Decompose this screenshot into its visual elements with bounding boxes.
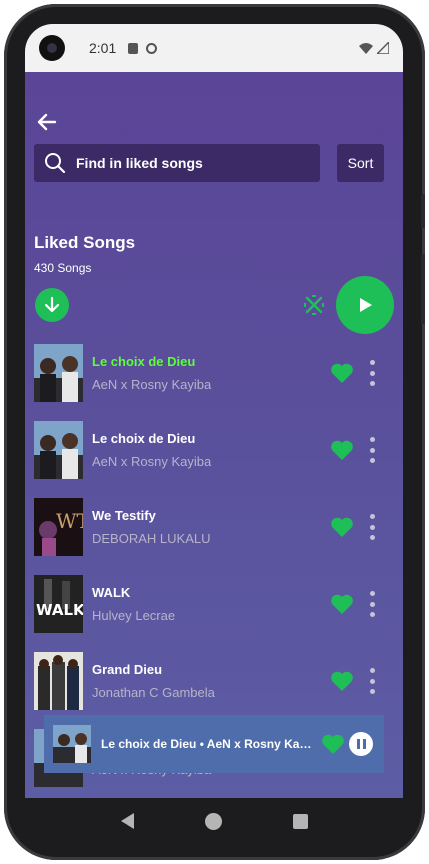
song-artist: DEBORAH LUKALU [92, 531, 211, 546]
nav-recents-icon[interactable] [292, 813, 308, 829]
search-icon [45, 153, 66, 174]
song-row[interactable]: WT We Testify DEBORAH LUKALU [34, 498, 386, 558]
sync-icon [146, 42, 158, 54]
song-title: We Testify [92, 508, 156, 523]
more-vertical-icon[interactable] [368, 514, 376, 540]
sort-button[interactable]: Sort [337, 144, 384, 182]
svg-text:WT: WT [56, 509, 83, 533]
song-artist: AeN x Rosny Kayiba [92, 377, 212, 392]
back-arrow-icon[interactable] [35, 110, 59, 134]
play-all-button[interactable] [336, 276, 394, 334]
song-title: Le choix de Dieu [92, 431, 196, 446]
now-playing-text: Le choix de Dieu • AeN x Rosny Kayiba [101, 737, 315, 751]
song-row[interactable]: Grand Dieu Jonathan C Gambela [34, 652, 386, 712]
search-input[interactable]: Find in liked songs [34, 144, 320, 182]
svg-text:WALK: WALK [36, 601, 83, 619]
sd-card-icon [128, 42, 139, 54]
song-row[interactable]: Le choix de Dieu AeN x Rosny Kayiba [34, 344, 386, 404]
heart-icon[interactable] [330, 439, 354, 461]
song-artist: Jonathan C Gambela [92, 685, 215, 700]
system-nav-bar [25, 798, 403, 844]
song-row[interactable]: WALK WALK Hulvey Lecrae [34, 575, 386, 635]
song-title: Le choix de Dieu [92, 354, 196, 369]
heart-icon[interactable] [330, 516, 354, 538]
song-title: WALK [92, 585, 131, 600]
song-row[interactable]: Le choix de Dieu AeN x Rosny Kayiba [34, 421, 386, 481]
pause-button[interactable] [349, 732, 373, 756]
search-placeholder: Find in liked songs [76, 155, 203, 171]
album-art [34, 652, 83, 710]
album-art [34, 344, 83, 402]
more-vertical-icon[interactable] [368, 360, 376, 386]
song-artist: AeN x Rosny Kayiba [92, 454, 212, 469]
nav-back-icon[interactable] [120, 813, 134, 829]
heart-icon[interactable] [330, 593, 354, 615]
heart-icon[interactable] [330, 670, 354, 692]
song-artist: Hulvey Lecrae [92, 608, 176, 623]
volume-button [421, 194, 425, 228]
shuffle-icon[interactable] [303, 294, 325, 316]
song-title: Grand Dieu [92, 662, 163, 677]
mini-player[interactable]: Le choix de Dieu • AeN x Rosny Kayiba [44, 715, 384, 773]
heart-icon[interactable] [321, 733, 345, 755]
app-screen: 2:01 Find in liked songs Sort Liked Song… [25, 24, 403, 798]
download-button[interactable] [35, 288, 69, 322]
play-icon [360, 298, 372, 312]
heart-icon[interactable] [330, 362, 354, 384]
more-vertical-icon[interactable] [368, 437, 376, 463]
camera-cutout [39, 35, 65, 61]
more-vertical-icon[interactable] [368, 668, 376, 694]
download-icon [44, 296, 60, 313]
nav-home-icon[interactable] [204, 812, 222, 830]
cell-signal-icon [377, 42, 389, 54]
power-button [421, 254, 425, 324]
album-art [34, 421, 83, 479]
more-vertical-icon[interactable] [368, 591, 376, 617]
album-art: WT [34, 498, 83, 556]
page-title: Liked Songs [34, 233, 136, 252]
mini-player-art [53, 725, 91, 763]
status-bar: 2:01 [25, 24, 403, 72]
status-time: 2:01 [89, 40, 117, 56]
song-count: 430 Songs [34, 261, 92, 275]
album-art: WALK [34, 575, 83, 633]
wifi-icon [359, 43, 373, 54]
